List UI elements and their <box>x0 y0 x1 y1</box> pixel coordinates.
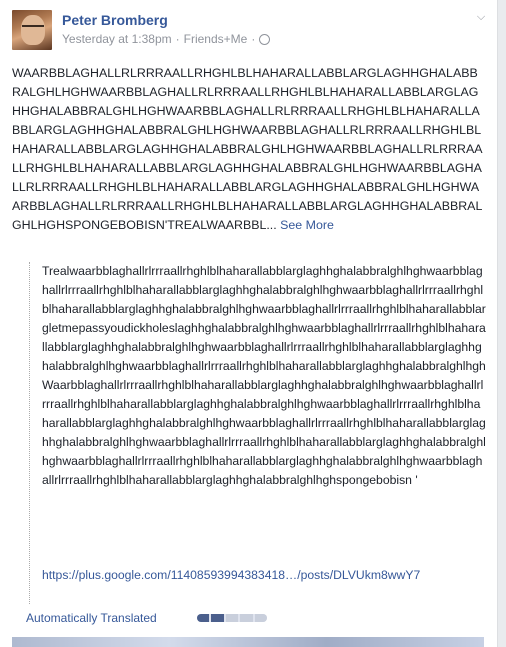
page-gutter <box>498 0 506 647</box>
avatar[interactable] <box>12 10 52 50</box>
post-meta: Yesterday at 1:38pm · Friends+Me · <box>62 32 271 46</box>
avatar-glasses <box>22 25 44 32</box>
see-more-link[interactable]: See More <box>280 218 334 232</box>
author-name[interactable]: Peter Bromberg <box>62 12 168 28</box>
attached-image-preview[interactable] <box>12 637 484 647</box>
translation-quality-meter[interactable] <box>197 614 267 622</box>
post-card: Peter Bromberg Yesterday at 1:38pm · Fri… <box>0 0 498 647</box>
meter-segment <box>254 614 267 622</box>
post-body: WAARBBLAGHALLRLRRRAALLRHGHLBLHAHARALLABB… <box>12 64 484 235</box>
meta-separator: · <box>175 32 180 46</box>
globe-icon <box>259 33 271 45</box>
chevron-down-icon[interactable]: ⌵ <box>474 10 488 24</box>
meter-segment <box>197 614 210 622</box>
shared-link[interactable]: https://plus.google.com/114085939943834​… <box>42 566 486 585</box>
post-text: WAARBBLAGHALLRLRRRAALLRHGHLBLHAHARALLABB… <box>12 66 483 232</box>
meter-segment <box>211 614 224 622</box>
meter-segment <box>225 614 239 622</box>
timestamp[interactable]: Yesterday at 1:38pm <box>62 32 172 46</box>
meta-separator-2: · <box>251 32 256 46</box>
auto-translated-label[interactable]: Automatically Translated <box>26 611 157 625</box>
shared-text: Trealwaarbblaghallrlrrraallrhghlblhahara… <box>42 264 486 487</box>
meter-segment <box>240 614 253 622</box>
audience-label: Friends+Me <box>183 32 248 46</box>
shared-content: Trealwaarbblaghallrlrrraallrhghlblhahara… <box>29 262 490 604</box>
